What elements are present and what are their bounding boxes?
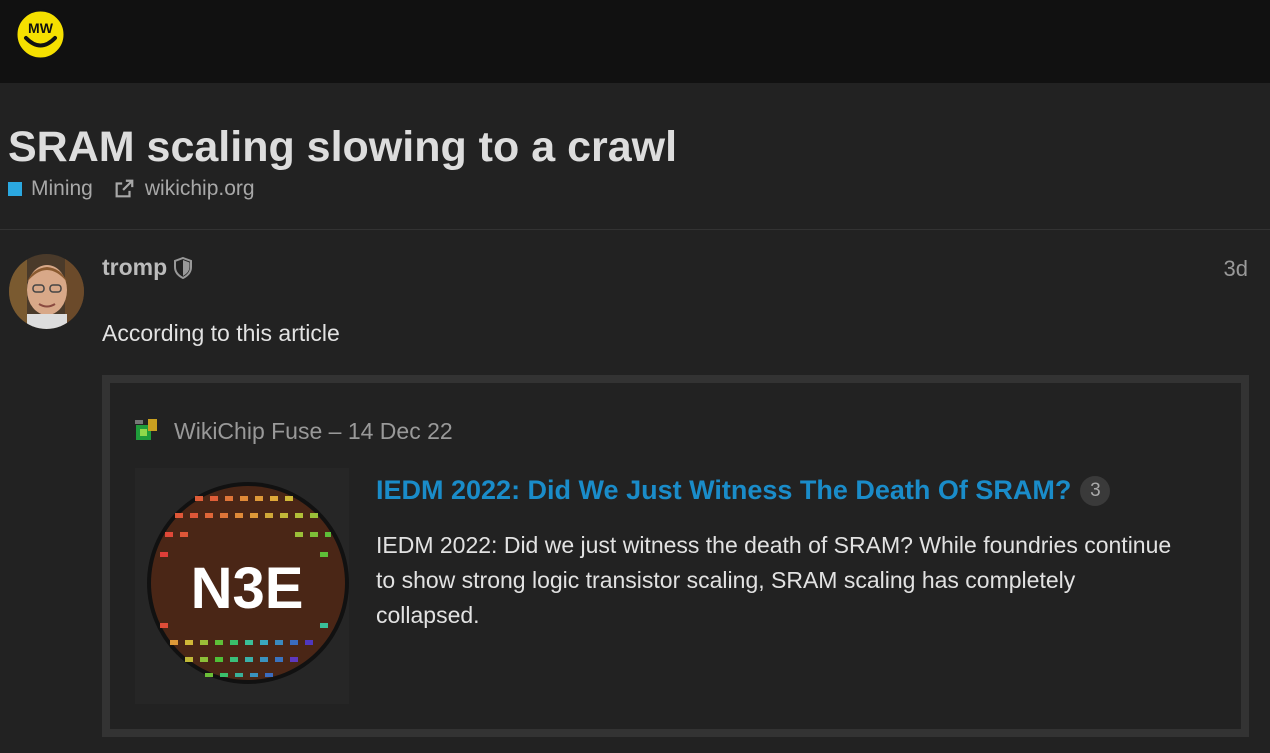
topic-title-area: SRAM scaling slowing to a crawl — [8, 120, 1258, 174]
category-link[interactable]: Mining — [31, 177, 93, 201]
top-header: MW — [0, 0, 1270, 83]
divider — [0, 229, 1270, 230]
thumbnail-label: N3E — [191, 556, 304, 621]
svg-text:MW: MW — [28, 20, 54, 36]
category-color-badge — [8, 182, 22, 196]
onebox-description: IEDM 2022: Did we just witness the death… — [376, 532, 1172, 628]
page-title[interactable]: SRAM scaling slowing to a crawl — [8, 120, 1258, 174]
onebox-source: WikiChip Fuse – 14 Dec 22 — [134, 417, 453, 445]
avatar[interactable] — [9, 254, 84, 329]
user-avatar-image — [9, 254, 84, 329]
onebox-source-text[interactable]: WikiChip Fuse – 14 Dec 22 — [174, 418, 453, 445]
n3e-wafer-image: N3E — [135, 468, 349, 704]
wikichip-favicon-icon — [135, 419, 157, 440]
post-author: tromp — [102, 254, 193, 281]
post-date[interactable]: 3d — [1224, 256, 1248, 282]
click-count-badge: 3 — [1080, 475, 1111, 506]
link-preview-card[interactable]: WikiChip Fuse – 14 Dec 22 N3E IEDM 2022:… — [102, 375, 1249, 737]
topic-meta: Mining wikichip.org — [8, 176, 255, 202]
external-link-icon — [115, 179, 134, 198]
site-logo[interactable]: MW — [15, 9, 66, 60]
shield-icon — [174, 256, 193, 279]
post-body: According to this article — [102, 320, 340, 346]
onebox-title-link[interactable]: IEDM 2022: Did We Just Witness The Death… — [376, 475, 1071, 506]
username-link[interactable]: tromp — [102, 254, 167, 281]
onebox-title: IEDM 2022: Did We Just Witness The Death… — [376, 475, 1236, 506]
topic-link-domain[interactable]: wikichip.org — [145, 177, 255, 201]
onebox-thumbnail[interactable]: N3E — [135, 468, 349, 704]
